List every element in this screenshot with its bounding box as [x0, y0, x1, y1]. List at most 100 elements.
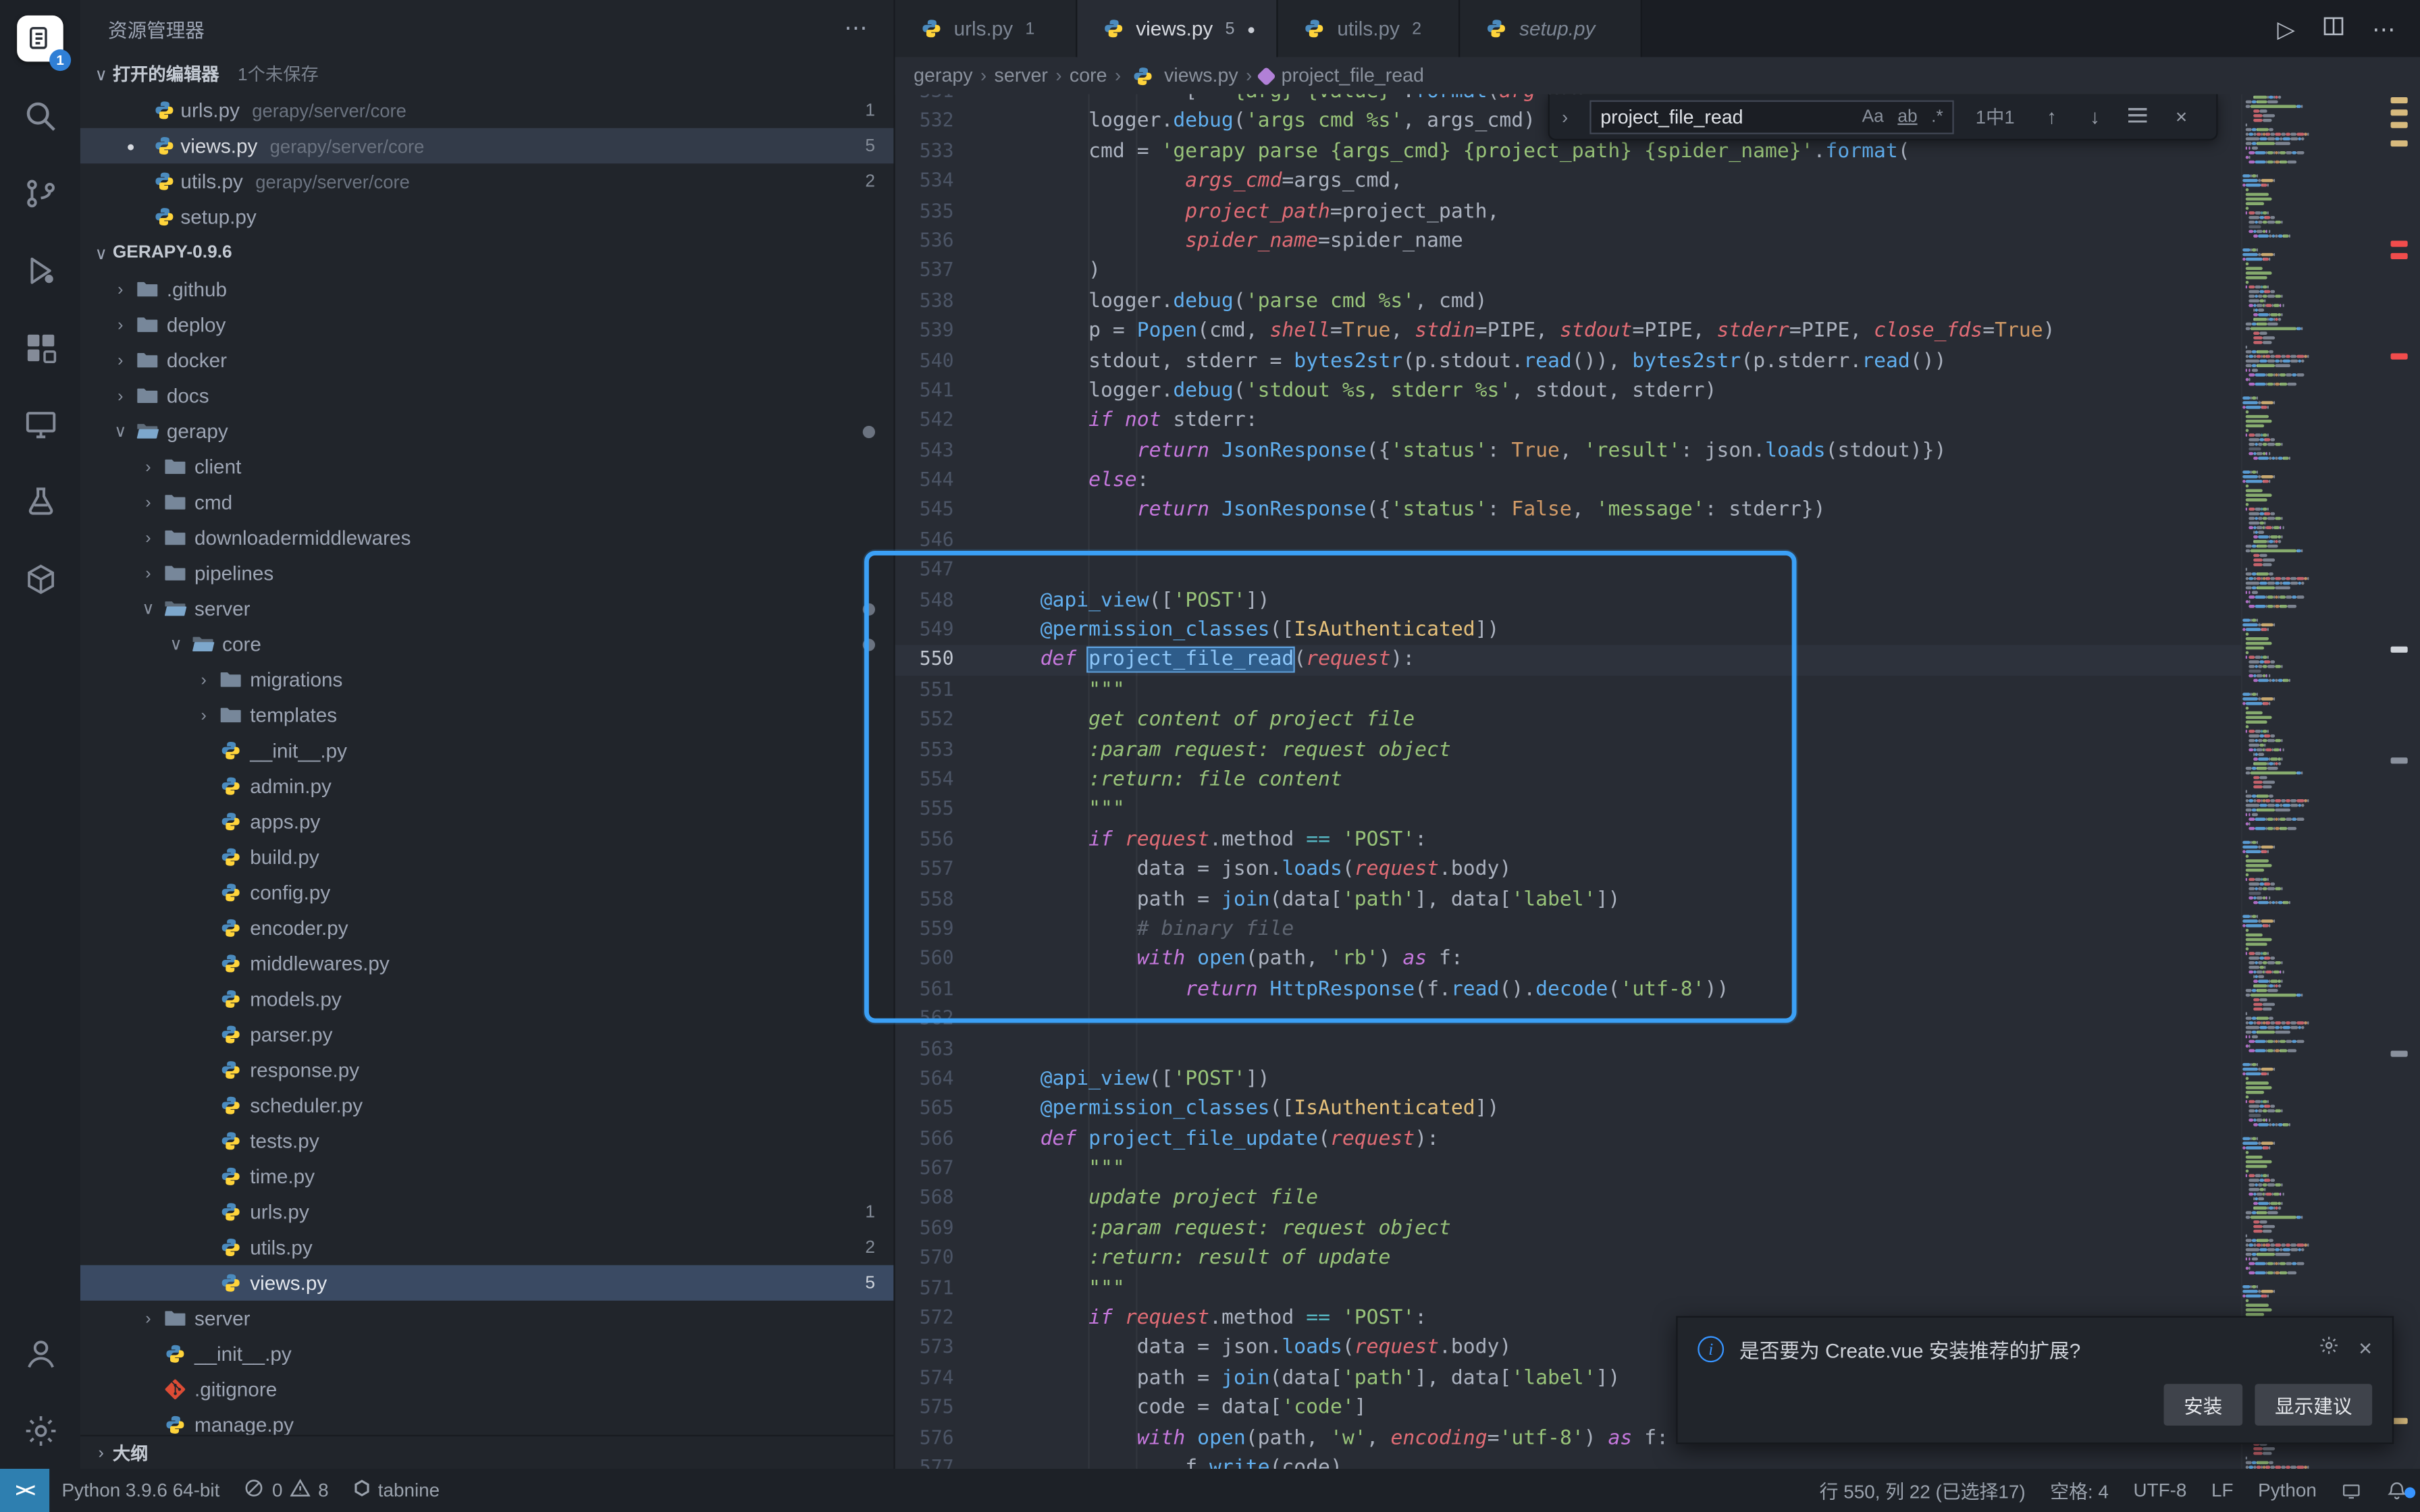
- code-line[interactable]: 549@permission_classes([IsAuthenticated]…: [895, 616, 2241, 645]
- code-line[interactable]: 557 data = json.loads(request.body): [895, 855, 2241, 885]
- code-line[interactable]: 540 stdout, stderr = bytes2str(p.stdout.…: [895, 346, 2241, 376]
- tree-item-migrations[interactable]: ›migrations: [80, 662, 894, 698]
- code-line[interactable]: 537 ): [895, 256, 2241, 286]
- match-case-icon[interactable]: Aa: [1862, 107, 1884, 126]
- find-in-selection-icon[interactable]: [2123, 105, 2154, 128]
- tree-item-__init__.py[interactable]: __init__.py: [80, 733, 894, 769]
- breadcrumb-views.py[interactable]: views.py: [1129, 65, 1238, 86]
- run-debug-icon[interactable]: [0, 232, 80, 308]
- code-line[interactable]: 543 return JsonResponse({'status': True,…: [895, 436, 2241, 466]
- problems-indicator[interactable]: 0 8: [232, 1469, 341, 1512]
- code-line[interactable]: 563: [895, 1035, 2241, 1064]
- breadcrumb-gerapy[interactable]: gerapy: [914, 65, 972, 86]
- code-line[interactable]: 562: [895, 1004, 2241, 1034]
- tab-views.py[interactable]: views.py5●: [1077, 0, 1278, 57]
- code-line[interactable]: 556 if request.method == 'POST':: [895, 825, 2241, 855]
- breadcrumb-project_file_read[interactable]: project_file_read: [1260, 65, 1424, 86]
- tabnine-status[interactable]: tabnine: [341, 1469, 452, 1512]
- tree-item-deploy[interactable]: ›deploy: [80, 307, 894, 343]
- remote-indicator[interactable]: ><: [0, 1469, 49, 1512]
- tree-item-pipelines[interactable]: ›pipelines: [80, 556, 894, 591]
- show-recommendations-button[interactable]: 显示建议: [2255, 1384, 2372, 1426]
- tree-item-scheduler.py[interactable]: scheduler.py: [80, 1087, 894, 1123]
- tree-item-core[interactable]: ∨core: [80, 626, 894, 662]
- tree-item-server[interactable]: ›server: [80, 1301, 894, 1336]
- tree-item-templates[interactable]: ›templates: [80, 697, 894, 733]
- open-editor-setup.py[interactable]: setup.py: [80, 199, 894, 235]
- whole-word-icon[interactable]: ab: [1897, 107, 1917, 126]
- minimap[interactable]: [2241, 94, 2380, 1469]
- code-line[interactable]: 535 project_path=project_path,: [895, 197, 2241, 227]
- code-line[interactable]: 567 """: [895, 1154, 2241, 1184]
- outline-header[interactable]: › 大纲: [80, 1435, 894, 1469]
- previous-match-icon[interactable]: ↑: [2036, 105, 2068, 128]
- notification-gear-icon[interactable]: [2319, 1334, 2340, 1364]
- tree-item-.github[interactable]: ›.github: [80, 271, 894, 307]
- account-icon[interactable]: [0, 1314, 80, 1391]
- tree-item-gerapy[interactable]: ∨gerapy: [80, 414, 894, 450]
- breadcrumb-core[interactable]: core: [1070, 65, 1107, 86]
- code-line[interactable]: 560 with open(path, 'rb') as f:: [895, 945, 2241, 975]
- tree-item-views.py[interactable]: views.py5: [80, 1265, 894, 1301]
- explorer-view-button[interactable]: 1: [0, 0, 80, 77]
- code-line[interactable]: 570 :return: result of update: [895, 1244, 2241, 1274]
- code-line[interactable]: 544 else:: [895, 466, 2241, 495]
- code-line[interactable]: 566def project_file_update(request):: [895, 1125, 2241, 1154]
- tab-setup.py[interactable]: setup.py: [1461, 0, 1643, 57]
- tree-item-models.py[interactable]: models.py: [80, 981, 894, 1017]
- find-expand-icon[interactable]: ›: [1562, 106, 1577, 128]
- code-line[interactable]: 542 if not stderr:: [895, 406, 2241, 436]
- code-line[interactable]: 569 :param request: request object: [895, 1214, 2241, 1244]
- tree-item-admin.py[interactable]: admin.py: [80, 768, 894, 804]
- next-match-icon[interactable]: ↓: [2080, 105, 2111, 128]
- tree-item-cmd[interactable]: ›cmd: [80, 485, 894, 520]
- tree-item-downloadermiddlewares[interactable]: ›downloadermiddlewares: [80, 520, 894, 556]
- tree-item-docker[interactable]: ›docker: [80, 342, 894, 378]
- extensions-icon[interactable]: [0, 308, 80, 385]
- language-mode[interactable]: Python: [2246, 1480, 2329, 1501]
- tree-item-time.py[interactable]: time.py: [80, 1159, 894, 1195]
- code-line[interactable]: 538 logger.debug('parse cmd %s', cmd): [895, 287, 2241, 317]
- tree-item-docs[interactable]: ›docs: [80, 378, 894, 414]
- tree-item-urls.py[interactable]: urls.py1: [80, 1194, 894, 1230]
- tab-urls.py[interactable]: urls.py1: [895, 0, 1078, 57]
- source-control-icon[interactable]: [0, 155, 80, 232]
- tree-item-apps.py[interactable]: apps.py: [80, 804, 894, 840]
- code-line[interactable]: 545 return JsonResponse({'status': False…: [895, 496, 2241, 526]
- remote-explorer-icon[interactable]: [0, 385, 80, 462]
- code-line[interactable]: 546: [895, 526, 2241, 556]
- run-python-file-icon[interactable]: ▷: [2277, 15, 2294, 43]
- encoding[interactable]: UTF-8: [2121, 1480, 2199, 1501]
- code-line[interactable]: 555 """: [895, 795, 2241, 825]
- code-line[interactable]: 539 p = Popen(cmd, shell=True, stdin=PIP…: [895, 317, 2241, 346]
- indentation[interactable]: 空格: 4: [2038, 1476, 2121, 1504]
- cursor-position[interactable]: 行 550, 列 22 (已选择17): [1807, 1476, 2038, 1504]
- code-line[interactable]: 568 update project file: [895, 1184, 2241, 1214]
- screencast-icon[interactable]: [2329, 1480, 2373, 1501]
- open-editor-views.py[interactable]: ●views.pygerapy/server/core5: [80, 128, 894, 164]
- regex-icon[interactable]: .*: [1931, 107, 1943, 126]
- editor[interactable]: 531 ['--{arg} {value}'.format(arg=arg,53…: [895, 94, 2420, 1469]
- project-section-header[interactable]: ∨ GERAPY-0.9.6: [80, 234, 894, 271]
- settings-gear-icon[interactable]: [0, 1392, 80, 1469]
- testing-icon[interactable]: [0, 463, 80, 540]
- notification-close-icon[interactable]: ×: [2359, 1336, 2372, 1362]
- code-line[interactable]: 547: [895, 556, 2241, 585]
- code-line[interactable]: 552 get content of project file: [895, 705, 2241, 735]
- tree-item-manage.py[interactable]: manage.py: [80, 1407, 894, 1435]
- tree-item-utils.py[interactable]: utils.py2: [80, 1230, 894, 1266]
- code-line[interactable]: 577 f.write(code): [895, 1453, 2241, 1469]
- notifications-bell-icon[interactable]: [2373, 1480, 2420, 1501]
- code-line[interactable]: 541 logger.debug('stdout %s, stderr %s',…: [895, 377, 2241, 406]
- close-find-icon[interactable]: ×: [2166, 105, 2197, 128]
- code-line[interactable]: 533 cmd = 'gerapy parse {args_cmd} {proj…: [895, 137, 2241, 167]
- open-editor-utils.py[interactable]: utils.pygerapy/server/core2: [80, 163, 894, 199]
- tree-item-build.py[interactable]: build.py: [80, 839, 894, 875]
- code-line[interactable]: 551 """: [895, 676, 2241, 705]
- code-line[interactable]: 534 args_cmd=args_cmd,: [895, 167, 2241, 196]
- python-interpreter[interactable]: Python 3.9.6 64-bit: [49, 1469, 232, 1512]
- tree-item-parser.py[interactable]: parser.py: [80, 1017, 894, 1052]
- package-explorer-icon[interactable]: [0, 540, 80, 617]
- tree-item-.gitignore[interactable]: .gitignore: [80, 1372, 894, 1407]
- find-input[interactable]: project_file_read Aa ab .*: [1589, 99, 1953, 133]
